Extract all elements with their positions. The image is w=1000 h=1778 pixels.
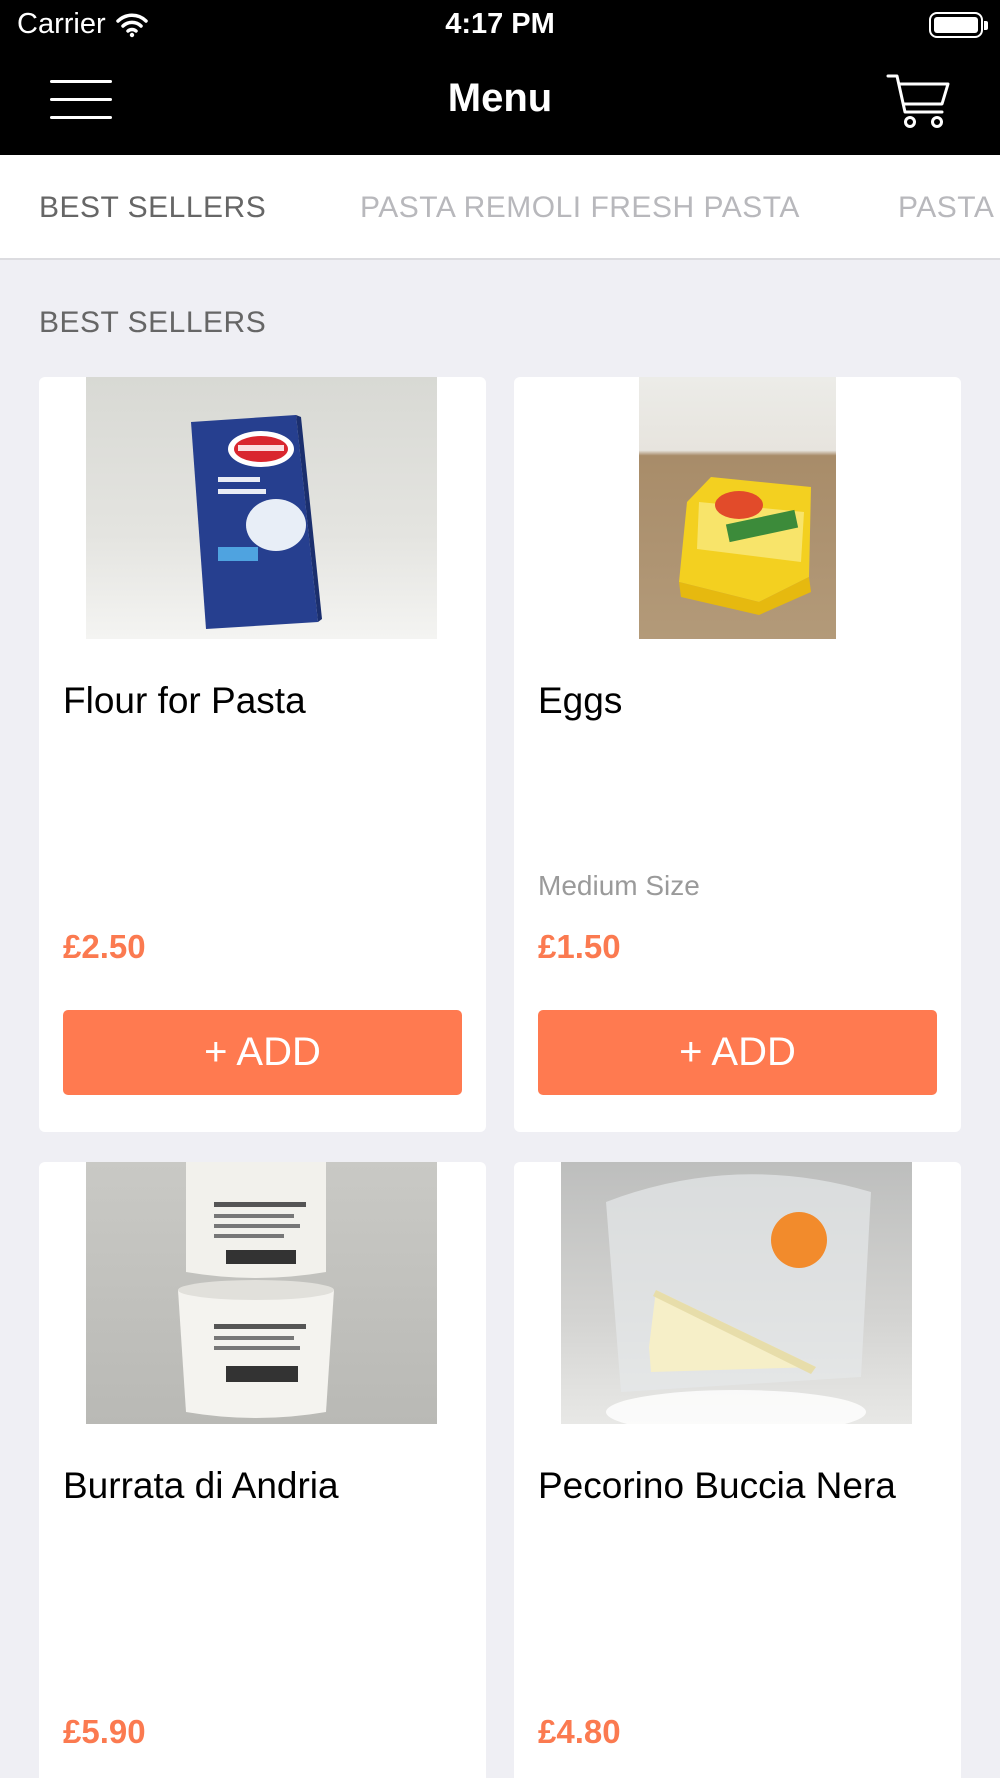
status-time: 4:17 PM xyxy=(445,8,555,40)
top-bar: Carrier 4:17 PM Menu xyxy=(0,0,1000,155)
product-price: £2.50 xyxy=(63,928,146,965)
section-title: BEST SELLERS xyxy=(39,306,267,339)
product-price: £1.50 xyxy=(538,928,621,965)
product-description: Medium Size xyxy=(538,870,700,901)
product-card[interactable]: Flour for Pasta £2.50 + ADD xyxy=(39,377,486,1132)
product-name: Flour for Pasta xyxy=(63,680,306,721)
product-card[interactable]: Eggs Medium Size £1.50 + ADD xyxy=(514,377,961,1132)
product-name: Eggs xyxy=(538,680,623,721)
product-card[interactable]: Pecorino Buccia Nera £4.80 xyxy=(514,1162,961,1778)
product-image xyxy=(86,1162,437,1424)
product-image xyxy=(639,377,836,639)
tab-pasta[interactable]: PASTA xyxy=(898,191,994,225)
product-image xyxy=(561,1162,912,1424)
product-name: Pecorino Buccia Nera xyxy=(538,1465,896,1506)
product-price: £5.90 xyxy=(63,1713,146,1750)
tab-best-sellers[interactable]: BEST SELLERS xyxy=(39,191,266,225)
product-card[interactable]: Burrata di Andria £5.90 xyxy=(39,1162,486,1778)
add-to-cart-button[interactable]: + ADD xyxy=(63,1010,462,1095)
tab-pasta-remoli-fresh-pasta[interactable]: PASTA REMOLI FRESH PASTA xyxy=(360,191,800,225)
category-tabs: BEST SELLERS PASTA REMOLI FRESH PASTA PA… xyxy=(0,155,1000,260)
battery-icon xyxy=(929,12,988,38)
product-image xyxy=(86,377,437,639)
add-to-cart-button[interactable]: + ADD xyxy=(538,1010,937,1095)
product-price: £4.80 xyxy=(538,1713,621,1750)
cart-icon[interactable] xyxy=(886,72,952,130)
product-name: Burrata di Andria xyxy=(63,1465,339,1506)
page-title: Menu xyxy=(447,76,553,120)
